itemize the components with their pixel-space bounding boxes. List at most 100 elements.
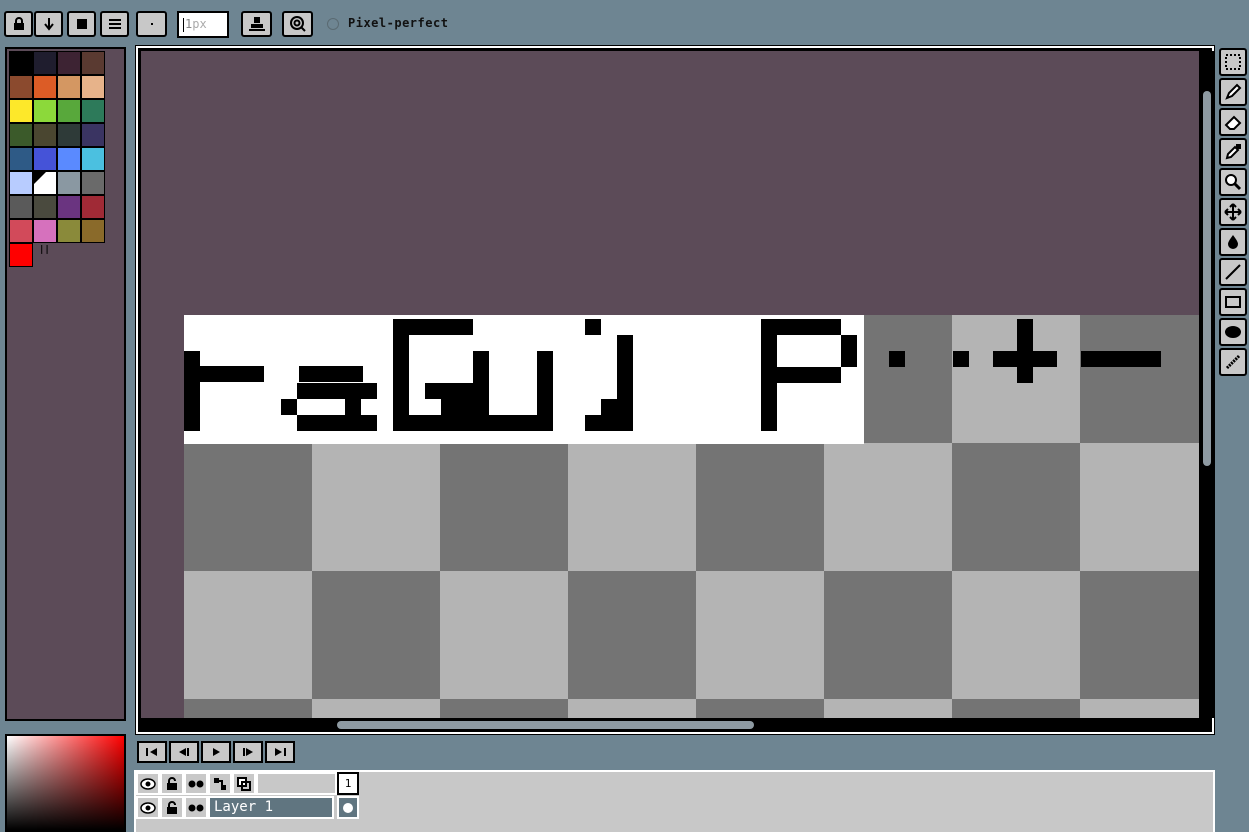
palette-swatch[interactable] [33,99,57,123]
horizontal-scrollbar[interactable] [141,718,1199,732]
palette-swatch[interactable] [33,75,57,99]
palette-swatch[interactable] [33,51,57,75]
palette-swatch[interactable] [9,123,33,147]
palette-swatch[interactable] [81,195,105,219]
eyedropper-icon [1225,144,1241,160]
brush-size-input[interactable]: 1px [177,11,229,38]
palette-swatch[interactable] [9,51,33,75]
palette-swatch[interactable] [9,75,33,99]
palette-swatch[interactable] [81,99,105,123]
palette-swatch[interactable] [57,219,81,243]
palette-swatch[interactable] [81,219,105,243]
frame-number[interactable]: 1 [337,772,359,795]
layer-copy-header[interactable] [232,772,256,795]
palette-swatch[interactable] [33,123,57,147]
palette-swatch[interactable] [9,171,33,195]
palette-swatch[interactable] [81,171,105,195]
palette-swatch[interactable] [9,219,33,243]
fill-icon [1228,235,1238,249]
lock-icon [167,776,177,790]
link-icon [214,777,226,790]
lock-header[interactable] [160,772,184,795]
palette-swatch[interactable] [81,51,105,75]
tool-panel [1217,46,1249,376]
text-caret [183,17,184,32]
spray-tool[interactable] [1219,348,1247,376]
onion-header[interactable] [184,772,208,795]
play-button[interactable] [201,741,231,763]
palette-swatch[interactable] [57,75,81,99]
palette-swatch[interactable] [33,147,57,171]
cel-dot-icon [343,802,353,813]
palette-swatch[interactable] [57,147,81,171]
zoom-tool[interactable] [1219,168,1247,196]
palette-swatch[interactable] [33,195,57,219]
layer-onion-toggle[interactable] [184,796,208,819]
arrow-down-icon [43,18,54,31]
selected-color-swatch[interactable] [9,243,33,267]
vertical-scrollbar[interactable] [1200,51,1214,718]
app-window: 1px Pixel-perfect || 1 Layer 1 [0,0,1249,832]
stamp-button[interactable] [241,11,272,37]
pencil-tool[interactable] [1219,78,1247,106]
palette-swatch[interactable] [9,147,33,171]
lock-button[interactable] [4,11,33,37]
layer-visibility-toggle[interactable] [136,796,160,819]
palette-swatch[interactable] [57,123,81,147]
line-tool[interactable] [1219,258,1247,286]
prev-frame-button[interactable] [169,741,199,763]
palette-swatch[interactable] [81,75,105,99]
sprite-artwork [184,319,1161,431]
palette-swatch[interactable] [57,171,81,195]
onion-icon [188,780,204,787]
move-tool[interactable] [1219,198,1247,226]
eye-icon [140,801,156,814]
link-header[interactable] [208,772,232,795]
palette-swatch[interactable] [57,51,81,75]
palette-swatch[interactable] [57,99,81,123]
brush-shape-button[interactable] [136,11,167,37]
unlock-icon [167,800,177,814]
canvas-frame [135,45,1215,735]
prev-frame-icon [179,748,189,756]
next-frame-button[interactable] [233,741,263,763]
palette-swatch[interactable] [9,99,33,123]
menu-icon [108,19,121,29]
visibility-header[interactable] [136,772,160,795]
layer-copy-icon [237,776,251,791]
last-frame-button[interactable] [265,741,295,763]
eraser-tool[interactable] [1219,108,1247,136]
rectangle-tool[interactable] [1219,288,1247,316]
brush-size-unit: px [192,17,207,31]
pixel-perfect-checkbox[interactable] [327,18,339,30]
palette-swatch[interactable] [33,219,57,243]
selection-icon [1225,54,1241,70]
layer-lock-toggle[interactable] [160,796,184,819]
pencil-icon [1225,83,1242,100]
horizontal-scroll-thumb[interactable] [337,721,754,729]
ellipse-icon [1225,326,1241,338]
palette-swatch[interactable] [81,147,105,171]
zoom-icon [1225,174,1242,191]
canvas-area[interactable] [141,51,1199,718]
palette-swatch[interactable] [57,195,81,219]
ellipse-tool[interactable] [1219,318,1247,346]
layer-cel[interactable] [337,796,359,819]
vertical-scroll-thumb[interactable] [1203,91,1211,466]
menu-button[interactable] [100,11,129,37]
move-icon [1224,203,1242,221]
eyedropper-tool[interactable] [1219,138,1247,166]
stop-button[interactable] [67,11,96,37]
first-frame-button[interactable] [137,741,167,763]
palette-swatch[interactable] [9,195,33,219]
eraser-icon [1224,115,1242,130]
sketch-button[interactable] [282,11,313,37]
merge-down-button[interactable] [34,11,63,37]
layer-name[interactable]: Layer 1 [208,796,334,819]
selection-tool[interactable] [1219,48,1247,76]
palette-swatch[interactable] [81,123,105,147]
last-frame-icon [275,748,286,756]
fill-tool[interactable] [1219,228,1247,256]
color-picker[interactable] [5,734,126,832]
swatch-transparent-marker [34,172,46,184]
